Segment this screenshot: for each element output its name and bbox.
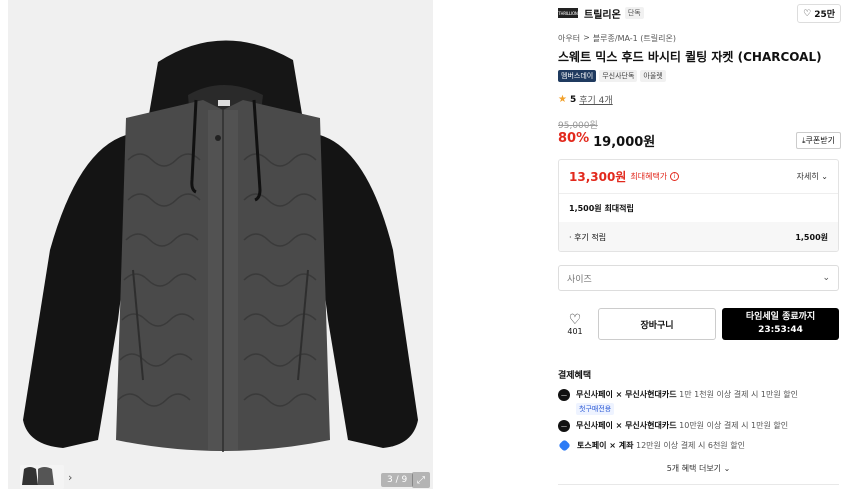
thumbnail[interactable] <box>20 465 64 489</box>
payment-benefit-desc: 1만 1천원 이상 결제 시 1만원 할인 <box>679 390 798 399</box>
brand-like-button[interactable]: ♡ 25만 <box>797 4 841 23</box>
brand-logo[interactable]: THRILLION <box>558 8 578 18</box>
benefit-box: 13,300원 최대혜택가 i 자세히 ⌄ 1,500원 최대적립 · 후기 적… <box>558 159 839 252</box>
timesale-label: 타임세일 종료까지 <box>745 312 816 322</box>
breadcrumb-item[interactable]: 블루종/MA-1 (트릴리온) <box>593 33 676 44</box>
size-select[interactable]: 사이즈 ⌄ <box>558 265 839 291</box>
chevron-right-icon: > <box>583 33 590 42</box>
points-title: 1,500원 최대적립 <box>569 203 634 213</box>
wishlist-button[interactable]: ♡ 401 <box>558 313 592 336</box>
coupon-label: 쿠폰받기 <box>805 136 835 145</box>
brand-name[interactable]: 트릴리온 <box>584 6 621 21</box>
payment-benefit-item: — 무신사페이 × 무신사현대카드 10만원 이상 결제 시 1만원 할인 <box>558 420 788 432</box>
musinsa-pay-icon: — <box>558 389 570 401</box>
product-image-gallery[interactable]: › 3 / 9 ⤢ <box>8 0 433 489</box>
first-purchase-chip: 첫구매전용 <box>576 403 615 415</box>
breadcrumb-item[interactable]: 아우터 <box>558 33 580 44</box>
purchase-actions: ♡ 401 장바구니 타임세일 종료까지 23:53:44 <box>558 308 839 340</box>
review-points-label: · 후기 적립 <box>569 232 607 242</box>
price-row: 80% 19,000원 <box>558 131 655 150</box>
add-to-cart-button[interactable]: 장바구니 <box>598 308 716 340</box>
product-image <box>23 40 418 452</box>
breadcrumb: 아우터 > 블루종/MA-1 (트릴리온) <box>558 33 676 44</box>
product-badges: 멤버스데이 무신사단독 아울렛 <box>558 70 666 82</box>
chevron-down-icon: ⌄ <box>822 273 830 283</box>
expand-icon[interactable]: ⤢ <box>412 472 430 488</box>
wishlist-count: 401 <box>567 326 583 336</box>
thumbnail-next-icon[interactable]: › <box>68 471 72 484</box>
payment-benefit-name: 무신사페이 × 무신사현대카드 <box>576 421 677 430</box>
more-benefits-button[interactable]: 5개 혜택 더보기 ⌄ <box>558 463 839 474</box>
payment-benefit-name: 무신사페이 × 무신사현대카드 <box>576 390 677 399</box>
divider <box>558 484 839 485</box>
sale-price: 19,000원 <box>593 135 656 150</box>
max-benefit-label: 최대혜택가 <box>630 172 668 181</box>
chevron-down-icon: ⌄ <box>821 172 828 181</box>
buy-now-button[interactable]: 타임세일 종료까지 23:53:44 <box>722 308 839 340</box>
max-benefit-row: 13,300원 최대혜택가 i 자세히 ⌄ <box>559 160 838 194</box>
detail-toggle[interactable]: 자세히 ⌄ <box>797 171 828 182</box>
review-points-value: 1,500원 <box>795 232 828 242</box>
original-price: 95,000원 <box>558 121 598 131</box>
image-counter: 3 / 9 <box>381 473 414 487</box>
payment-benefit-name: 토스페이 × 계좌 <box>577 441 634 450</box>
info-icon[interactable]: i <box>670 172 680 181</box>
musinsa-pay-icon: — <box>558 420 570 432</box>
review-points-row: · 후기 적립 1,500원 <box>559 222 838 251</box>
rating-row: ★ 5 후기 4개 <box>558 93 613 106</box>
star-icon: ★ <box>558 94 567 105</box>
max-benefit-price: 13,300원 <box>569 170 627 184</box>
size-select-placeholder: 사이즈 <box>567 274 592 285</box>
coupon-button[interactable]: ⤓쿠폰받기 <box>796 132 841 149</box>
payment-benefit-desc: 12만원 이상 결제 시 6천원 할인 <box>635 441 745 450</box>
discount-rate: 80% <box>558 131 590 146</box>
badge-exclusive: 무신사단독 <box>599 70 638 82</box>
timesale-countdown: 23:53:44 <box>758 325 803 335</box>
detail-label: 자세히 <box>796 172 819 181</box>
payment-benefit-desc: 10만원 이상 결제 시 1만원 할인 <box>679 421 789 430</box>
exclusive-tag: 단독 <box>624 7 644 19</box>
brand-row: THRILLION 트릴리온 단독 ♡ 25만 <box>558 4 841 23</box>
product-title: 스웨트 믹스 후드 바시티 퀼팅 자켓 (CHARCOAL) <box>558 50 822 64</box>
review-count-link[interactable]: 후기 4개 <box>579 93 612 106</box>
more-benefits-label: 5개 혜택 더보기 <box>666 464 722 473</box>
thumbnail-strip: › <box>20 465 72 489</box>
payment-benefits-title: 결제혜택 <box>558 371 592 381</box>
chevron-down-icon: ⌄ <box>723 464 731 473</box>
rating-score: 5 <box>569 94 577 105</box>
badge-outlet: 아울렛 <box>640 70 666 82</box>
brand-like-count: 25만 <box>814 10 835 20</box>
payment-benefit-item: — 무신사페이 × 무신사현대카드 1만 1천원 이상 결제 시 1만원 할인 … <box>558 389 798 415</box>
toss-pay-icon <box>558 439 571 452</box>
payment-benefit-item: 토스페이 × 계좌 12만원 이상 결제 시 6천원 할인 <box>558 439 745 452</box>
badge-members-day: 멤버스데이 <box>558 70 597 82</box>
heart-icon: ♡ <box>803 8 812 19</box>
heart-icon: ♡ <box>568 311 582 328</box>
